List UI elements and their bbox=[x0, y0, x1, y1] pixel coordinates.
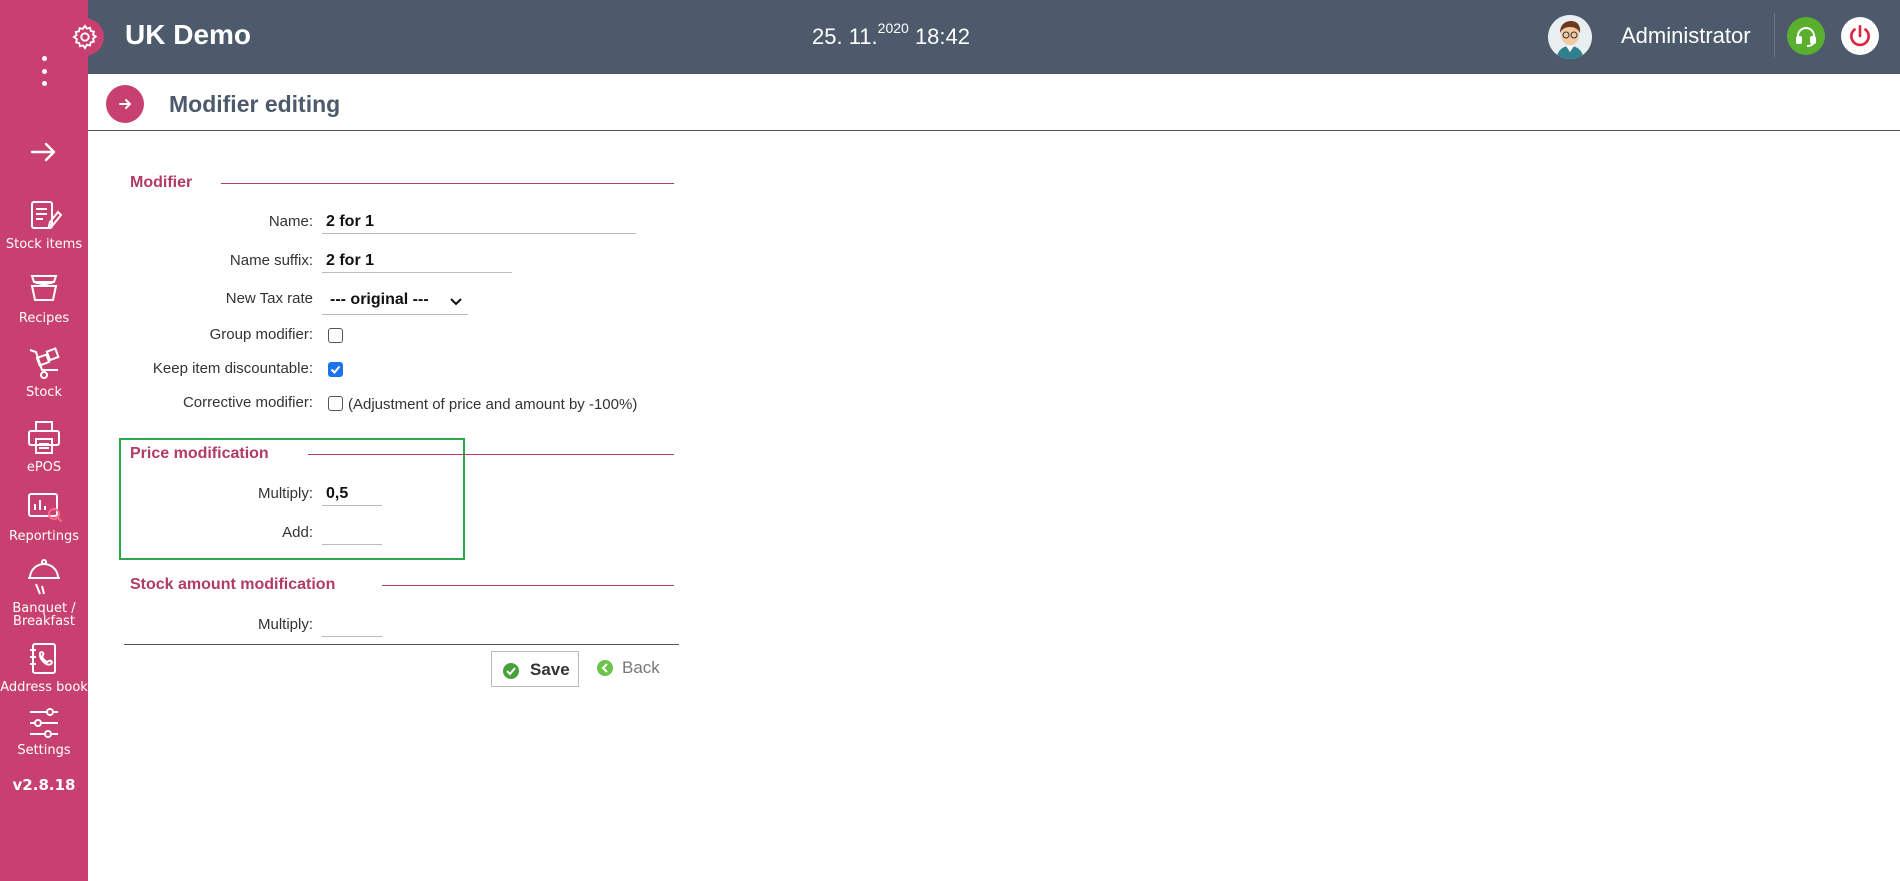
gear-icon[interactable] bbox=[66, 18, 104, 56]
back-arrow-icon bbox=[596, 659, 614, 682]
date-time: 25. 11.2020 18:42 bbox=[812, 21, 970, 50]
stock-multiply-label: Multiply: bbox=[257, 616, 313, 633]
username[interactable]: Administrator bbox=[1621, 23, 1751, 49]
time: 18:42 bbox=[914, 24, 970, 49]
stock-icon bbox=[29, 347, 60, 379]
sidebar-item-stock[interactable]: Stock bbox=[0, 344, 88, 399]
year: 2020 bbox=[877, 19, 909, 36]
sidebar-item-label: Stock bbox=[26, 385, 62, 400]
section-divider bbox=[308, 454, 674, 455]
keep-discountable-label: Keep item discountable: bbox=[152, 360, 313, 377]
keep-discountable-checkbox[interactable] bbox=[328, 362, 343, 377]
chevron-down-icon bbox=[450, 294, 462, 312]
corrective-modifier-label: Corrective modifier: bbox=[182, 394, 313, 411]
sidebar-item-label: Address book bbox=[0, 680, 88, 695]
printer-icon bbox=[28, 421, 60, 454]
sidebar-item-label-2: Breakfast bbox=[13, 614, 75, 629]
tax-rate-label: New Tax rate bbox=[225, 290, 313, 307]
sidebar-item-label: Stock items bbox=[5, 237, 83, 252]
divider bbox=[1774, 13, 1775, 57]
address-book-icon bbox=[30, 643, 56, 674]
save-button[interactable]: Save bbox=[491, 651, 579, 687]
tax-rate-select[interactable]: --- original --- bbox=[322, 288, 468, 315]
section-title-stock: Stock amount modification bbox=[130, 576, 336, 593]
sidebar-item-settings[interactable]: Settings bbox=[0, 706, 88, 757]
corrective-note: (Adjustment of price and amount by -100%… bbox=[348, 396, 638, 413]
page-header: Modifier editing bbox=[88, 74, 1900, 131]
page-title: Modifier editing bbox=[169, 91, 341, 117]
price-add-label: Add: bbox=[282, 524, 313, 541]
price-add-input[interactable] bbox=[322, 521, 382, 545]
name-suffix-input[interactable] bbox=[322, 249, 512, 273]
stock-items-icon bbox=[31, 201, 63, 229]
date: 25. 11. bbox=[812, 24, 878, 49]
topbar: UK Demo 25. 11.2020 18:42 Administrator bbox=[88, 0, 1900, 74]
expand-arrow-icon[interactable] bbox=[28, 140, 60, 164]
price-multiply-input[interactable] bbox=[322, 482, 382, 506]
arrow-right-icon[interactable] bbox=[106, 85, 144, 123]
sidebar-item-address-book[interactable]: Address book bbox=[0, 641, 88, 694]
headset-icon[interactable] bbox=[1787, 17, 1825, 55]
name-suffix-label: Name suffix: bbox=[229, 252, 313, 269]
sidebar-item-label: Recipes bbox=[18, 311, 70, 326]
back-button-label: Back bbox=[622, 658, 660, 677]
sidebar: Stock items Recipes Stock ePOS Reporting… bbox=[0, 0, 104, 881]
sidebar-item-label: Settings bbox=[17, 743, 71, 758]
more-menu-icon[interactable] bbox=[36, 56, 52, 86]
section-title-price: Price modification bbox=[130, 445, 269, 462]
name-input[interactable] bbox=[322, 210, 636, 234]
sidebar-item-banquet[interactable]: Banquet / Breakfast bbox=[0, 556, 88, 628]
sidebar-item-stock-items[interactable]: Stock items bbox=[0, 198, 88, 251]
sidebar-item-label: Reportings bbox=[9, 529, 79, 544]
sidebar-item-label: ePOS bbox=[26, 460, 62, 475]
corrective-modifier-checkbox[interactable] bbox=[328, 396, 343, 411]
avatar[interactable] bbox=[1548, 15, 1592, 59]
sidebar-item-recipes[interactable]: Recipes bbox=[0, 270, 88, 325]
sidebar-item-epos[interactable]: ePOS bbox=[0, 419, 88, 474]
app-title: UK Demo bbox=[125, 19, 252, 50]
name-label: Name: bbox=[268, 213, 313, 230]
price-multiply-label: Multiply: bbox=[257, 485, 313, 502]
group-modifier-checkbox[interactable] bbox=[328, 328, 343, 343]
save-button-label: Save bbox=[530, 660, 570, 679]
section-title-modifier: Modifier bbox=[130, 174, 193, 191]
sidebar-item-reportings[interactable]: Reportings bbox=[0, 490, 88, 543]
settings-sliders-icon bbox=[30, 708, 58, 738]
stock-multiply-input[interactable] bbox=[322, 613, 382, 637]
tax-rate-value: --- original --- bbox=[330, 291, 429, 308]
check-circle-icon bbox=[502, 662, 520, 685]
version-label: v2.8.18 bbox=[12, 776, 76, 794]
power-icon[interactable] bbox=[1841, 17, 1879, 55]
banquet-icon bbox=[28, 559, 60, 595]
reportings-icon bbox=[28, 493, 63, 523]
section-divider bbox=[382, 585, 674, 586]
group-modifier-label: Group modifier: bbox=[209, 326, 313, 343]
recipes-icon bbox=[30, 275, 58, 301]
form-footer-divider bbox=[124, 644, 679, 645]
section-divider bbox=[221, 183, 674, 184]
